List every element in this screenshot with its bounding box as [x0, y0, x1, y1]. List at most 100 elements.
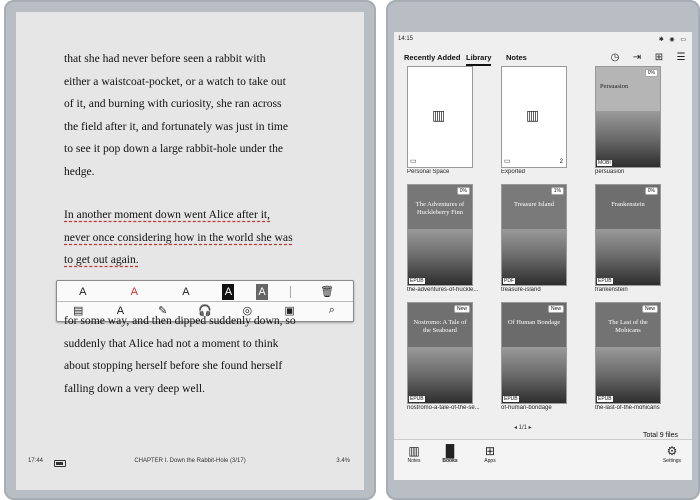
grid-icon[interactable]: ⊞: [652, 50, 666, 64]
item-caption: persuasion: [595, 169, 625, 175]
wavy-underline-icon[interactable]: A: [119, 284, 149, 300]
nav-label: Settings: [662, 458, 682, 464]
cover-image: [408, 347, 472, 403]
cover-image: [502, 229, 566, 285]
header-actions: ◷ ⇥ ⊞ ☰: [608, 50, 688, 64]
progress-badge: 1%: [550, 187, 564, 195]
item-caption: Personal Space: [407, 169, 450, 175]
books-icon: ▥: [432, 107, 446, 123]
cover-image: [596, 111, 660, 167]
library-device: 14:15 ✱ ◉ ▭ Recently Added Library Notes…: [386, 0, 700, 500]
nav-label: Apps: [484, 458, 496, 464]
menu-icon[interactable]: ☰: [674, 50, 688, 64]
format-label: PDF: [503, 278, 515, 284]
status-time: 14:15: [398, 36, 414, 42]
selected-text-line[interactable]: never once considering how in the world …: [64, 227, 348, 250]
text-line: for some way, and then dipped suddenly d…: [64, 314, 296, 327]
status-icons: ✱ ◉ ▭: [658, 37, 688, 43]
library-screen: 14:15 ✱ ◉ ▭ Recently Added Library Notes…: [394, 32, 692, 480]
cover-image: [596, 229, 660, 285]
total-files: Total 9 files: [642, 432, 678, 439]
nav-settings[interactable]: ⚙ Settings: [652, 444, 692, 464]
book-cover: 0% Frankenstein EPUB: [595, 184, 661, 286]
chapter-progress[interactable]: CHAPTER I. Down the Rabbit-Hole (3/17): [16, 458, 364, 464]
item-caption: the-adventures-of-huckle...: [407, 287, 479, 293]
settings-icon: ⚙: [666, 444, 678, 458]
clock-icon[interactable]: ◷: [608, 50, 622, 64]
system-status-bar: 14:15 ✱ ◉ ▭: [394, 36, 692, 46]
underline-style-icon[interactable]: A: [68, 284, 98, 300]
book-title: The Adventures of Huckleberry Finn: [415, 201, 465, 216]
item-caption: of-human-bondage: [501, 405, 552, 411]
format-label: EPUB: [503, 396, 519, 402]
item-caption: frankenstein: [595, 287, 628, 293]
apps-icon: ⊞: [484, 444, 496, 458]
books-icon: ▐▌: [441, 444, 459, 458]
divider: [289, 285, 291, 298]
format-label: EPUB: [597, 396, 613, 402]
text-line: that she had never before seen a rabbit …: [64, 52, 266, 65]
text-line: either a waistcoat-pocket, or a watch to…: [64, 74, 286, 88]
nav-books[interactable]: ▐▌ Books: [430, 444, 470, 464]
tab-notes[interactable]: Notes: [506, 53, 527, 62]
highlight-fill-icon[interactable]: A: [222, 283, 235, 300]
bottom-nav: ▥ Notes ▐▌ Books ⊞ Apps ⚙ Settings: [394, 439, 692, 480]
progress-badge: 0%: [456, 187, 470, 195]
book-title: Treasure Island: [513, 201, 554, 208]
notes-icon: ▥: [408, 444, 420, 458]
paragraph-2-selected[interactable]: In another moment down went Alice after …: [64, 204, 348, 272]
reader-status-bar: 17:44 CHAPTER I. Down the Rabbit-Hole (3…: [16, 458, 364, 470]
item-caption: the-last-of-the-mohicans: [595, 405, 660, 411]
text-line: about stopping herself before she found …: [64, 359, 283, 372]
cover-image: [408, 229, 472, 285]
selected-text-line[interactable]: In another moment down went Alice after …: [64, 204, 348, 227]
book-cover: 0% Persuasion MOBI: [595, 66, 661, 168]
new-badge: New: [453, 305, 470, 313]
selected-text-line[interactable]: to get out again.: [64, 249, 348, 272]
toolbar-row-highlight: A A A A A 🗑: [57, 282, 353, 302]
progress-badge: 0%: [644, 69, 658, 77]
delete-icon[interactable]: 🗑: [312, 284, 342, 300]
book-cover: 0% The Adventures of Huckleberry Finn EP…: [407, 184, 473, 286]
text-line: the field after it, and fortunately was …: [64, 119, 289, 133]
text-line: hedge.: [64, 164, 95, 178]
book-cover: 1% Treasure Island PDF: [501, 184, 567, 286]
folder-icon: ▭: [504, 158, 511, 165]
format-label: EPUB: [597, 278, 613, 284]
highlight-pattern-icon[interactable]: A: [256, 283, 269, 300]
tab-library[interactable]: Library: [466, 53, 492, 66]
item-count: 2: [559, 159, 563, 165]
reader-screen: that she had never before seen a rabbit …: [16, 12, 364, 490]
book-cover: New Nostromo: A Tale of the Seaboard EPU…: [407, 302, 473, 404]
nav-notes[interactable]: ▥ Notes: [394, 444, 434, 464]
nav-apps[interactable]: ⊞ Apps: [470, 444, 510, 464]
export-icon[interactable]: ⇥: [630, 50, 644, 64]
text-line: suddenly that Alice had not a moment to …: [64, 336, 279, 350]
item-caption: treasure-island: [501, 287, 541, 293]
page-indicator[interactable]: ◂ 1/1 ▸: [514, 424, 532, 431]
book-cover: New Of Human Bondage EPUB: [501, 302, 567, 404]
nav-label: Notes: [407, 458, 421, 464]
dashed-underline-icon[interactable]: A: [171, 284, 201, 300]
books-icon: ▥: [526, 107, 540, 123]
paragraph-3: for some way, and then dipped suddenly d…: [64, 310, 348, 400]
item-caption: nostromo-a-tale-of-the-se...: [407, 405, 480, 411]
format-label: EPUB: [409, 396, 425, 402]
nav-label: Books: [442, 458, 458, 464]
paragraph-1: that she had never before seen a rabbit …: [64, 48, 348, 183]
book-title: The Last of the Mohicans: [608, 319, 648, 334]
folder-icon: ▭: [410, 158, 417, 165]
cover-image: [596, 347, 660, 403]
format-label: MOBI: [597, 160, 612, 166]
folder-cover: ▥ ▭ 2: [501, 66, 567, 168]
book-title: Nostromo: A Tale of the Seaboard: [413, 319, 467, 334]
tab-recently-added[interactable]: Recently Added: [404, 53, 460, 62]
book-title: Frankenstein: [611, 201, 645, 208]
text-line: falling down a very deep well.: [64, 381, 206, 395]
progress-badge: 0%: [644, 187, 658, 195]
book-title: Persuasion: [600, 83, 629, 90]
cover-image: [502, 347, 566, 403]
folder-cover: ▥ ▭: [407, 66, 473, 168]
book-cover: New The Last of the Mohicans EPUB: [595, 302, 661, 404]
new-badge: New: [641, 305, 658, 313]
